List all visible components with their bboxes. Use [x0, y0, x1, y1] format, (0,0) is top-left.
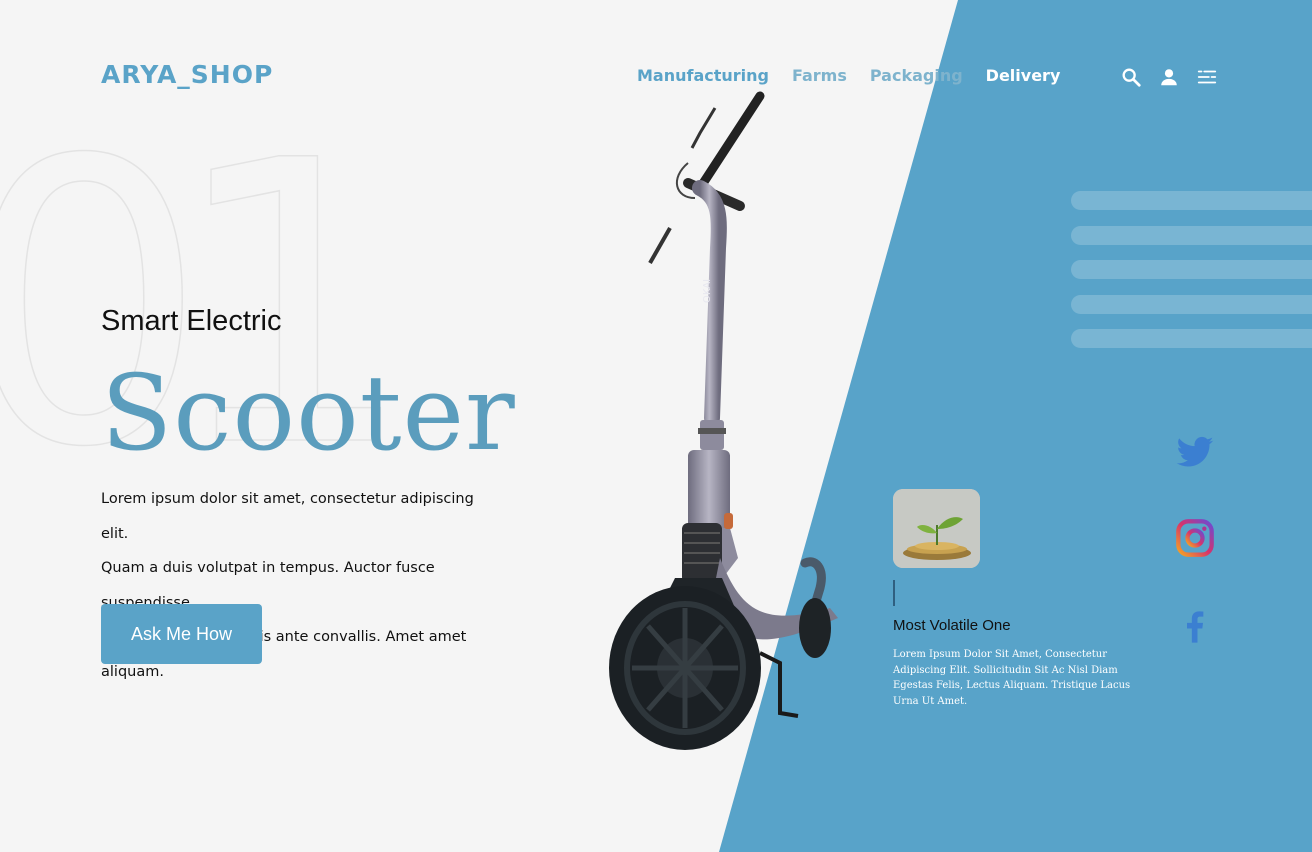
- search-icon[interactable]: [1120, 66, 1142, 88]
- nav-item-packaging[interactable]: Packaging: [870, 66, 963, 85]
- decorative-bars: [1071, 191, 1312, 364]
- twitter-icon[interactable]: [1175, 432, 1215, 472]
- menu-icon[interactable]: [1196, 66, 1218, 88]
- main-nav: Manufacturing Farms Packaging Delivery: [637, 66, 1060, 85]
- nav-item-manufacturing[interactable]: Manufacturing: [637, 66, 769, 85]
- instagram-icon[interactable]: [1175, 518, 1215, 558]
- decorative-bar: [1071, 294, 1312, 314]
- svg-text:OKAI: OKAI: [702, 279, 713, 303]
- decorative-bar: [1071, 191, 1312, 210]
- user-icon[interactable]: [1158, 66, 1180, 88]
- nav-item-delivery[interactable]: Delivery: [986, 66, 1061, 85]
- ask-me-how-button[interactable]: Ask Me How: [101, 604, 262, 664]
- scooter-image: OKAI: [609, 91, 838, 750]
- nav-item-farms[interactable]: Farms: [792, 66, 847, 85]
- brand-logo[interactable]: ARYA_SHOP: [101, 60, 273, 89]
- header-icons: [1120, 66, 1218, 88]
- facebook-icon[interactable]: [1175, 606, 1215, 646]
- hero-title: Scooter: [101, 352, 516, 474]
- card-title: Most Volatile One: [893, 617, 1011, 634]
- card-divider: [893, 580, 895, 606]
- description-line: Lorem ipsum dolor sit amet, consectetur …: [101, 491, 474, 542]
- card-thumbnail: [893, 489, 980, 568]
- decorative-bar: [1071, 225, 1312, 245]
- decorative-bar: [1071, 260, 1312, 279]
- hero-subtitle: Smart Electric: [101, 305, 282, 337]
- card-text: Lorem Ipsum Dolor Sit Amet, Consectetur …: [893, 649, 1131, 707]
- decorative-bar: [1071, 329, 1312, 348]
